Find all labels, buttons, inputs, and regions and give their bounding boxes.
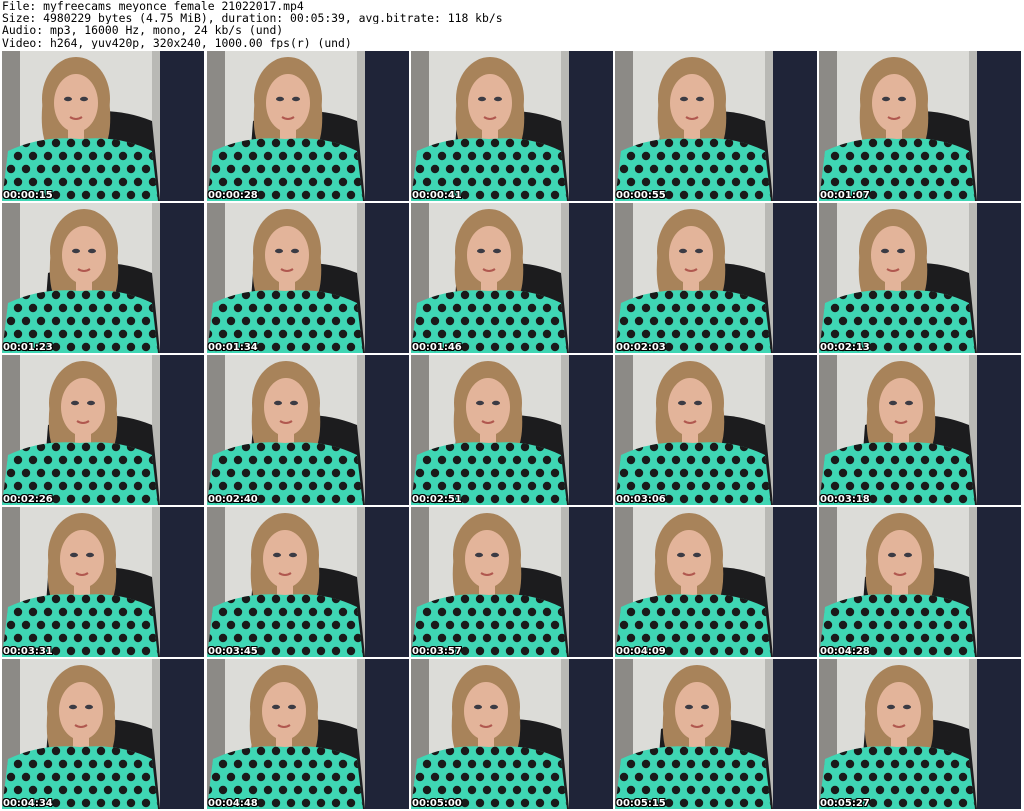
video-thumbnail: 00:03:06: [615, 355, 817, 505]
thumbnail-timestamp: 00:05:00: [412, 798, 462, 809]
video-thumbnail: 00:02:03: [615, 203, 817, 353]
thumbnail-timestamp: 00:00:41: [412, 190, 462, 201]
video-thumbnail: 00:01:34: [207, 203, 409, 353]
frame-image: [2, 507, 204, 657]
video-thumbnail: 00:03:31: [2, 507, 204, 657]
video-thumbnail: 00:00:41: [411, 51, 613, 201]
thumbnail-timestamp: 00:04:28: [820, 646, 870, 657]
frame-image: [2, 51, 204, 201]
frame-image: [411, 659, 613, 809]
file-size-line: Size: 4980229 bytes (4.75 MiB), duration…: [2, 12, 503, 25]
frame-image: [207, 51, 409, 201]
thumbnail-timestamp: 00:01:07: [820, 190, 870, 201]
frame-image: [615, 51, 817, 201]
frame-image: [411, 355, 613, 505]
frame-image: [819, 203, 1021, 353]
video-thumbnail: 00:05:00: [411, 659, 613, 809]
thumbnail-timestamp: 00:01:34: [208, 342, 258, 353]
video-thumbnail: 00:03:57: [411, 507, 613, 657]
thumbnail-timestamp: 00:02:13: [820, 342, 870, 353]
frame-image: [207, 507, 409, 657]
thumbnail-timestamp: 00:03:06: [616, 494, 666, 505]
frame-image: [615, 659, 817, 809]
thumbnail-timestamp: 00:02:26: [3, 494, 53, 505]
frame-image: [2, 203, 204, 353]
frame-image: [411, 507, 613, 657]
video-thumbnail: 00:04:28: [819, 507, 1021, 657]
frame-image: [819, 507, 1021, 657]
video-thumbnail: 00:05:27: [819, 659, 1021, 809]
frame-image: [207, 355, 409, 505]
thumbnail-timestamp: 00:04:09: [616, 646, 666, 657]
thumbnail-timestamp: 00:03:45: [208, 646, 258, 657]
video-info-line: Video: h264, yuv420p, 320x240, 1000.00 f…: [2, 36, 352, 49]
video-thumbnail: 00:03:45: [207, 507, 409, 657]
video-thumbnail: 00:05:15: [615, 659, 817, 809]
thumbnail-timestamp: 00:00:15: [3, 190, 53, 201]
video-thumbnail: 00:02:13: [819, 203, 1021, 353]
thumbnail-timestamp: 00:04:34: [3, 798, 53, 809]
video-thumbnail: 00:02:51: [411, 355, 613, 505]
video-thumbnail: 00:04:34: [2, 659, 204, 809]
file-name-line: File: myfreecams_meyonce_female_21022017…: [2, 0, 304, 13]
thumbnail-timestamp: 00:05:15: [616, 798, 666, 809]
thumbnail-timestamp: 00:02:40: [208, 494, 258, 505]
video-thumbnail: 00:03:18: [819, 355, 1021, 505]
thumbnail-grid: 00:00:15 00:00:28 00:00:41 00:00:55 00:01:07…: [2, 51, 1022, 811]
thumbnail-timestamp: 00:02:51: [412, 494, 462, 505]
frame-image: [207, 659, 409, 809]
frame-image: [819, 659, 1021, 809]
video-thumbnail: 00:01:07: [819, 51, 1021, 201]
frame-image: [819, 51, 1021, 201]
thumbnail-timestamp: 00:03:57: [412, 646, 462, 657]
thumbnail-timestamp: 00:03:31: [3, 646, 53, 657]
video-thumbnail: 00:02:26: [2, 355, 204, 505]
thumbnail-timestamp: 00:00:55: [616, 190, 666, 201]
thumbnail-timestamp: 00:05:27: [820, 798, 870, 809]
frame-image: [2, 659, 204, 809]
video-thumbnail: 00:00:28: [207, 51, 409, 201]
video-thumbnail: 00:02:40: [207, 355, 409, 505]
frame-image: [615, 355, 817, 505]
thumbnail-timestamp: 00:02:03: [616, 342, 666, 353]
thumbnail-timestamp: 00:01:46: [412, 342, 462, 353]
frame-image: [207, 203, 409, 353]
video-thumbnail: 00:01:23: [2, 203, 204, 353]
frame-image: [2, 355, 204, 505]
frame-image: [411, 51, 613, 201]
frame-image: [615, 203, 817, 353]
frame-image: [411, 203, 613, 353]
frame-image: [615, 507, 817, 657]
video-thumbnail: 00:00:55: [615, 51, 817, 201]
thumbnail-timestamp: 00:03:18: [820, 494, 870, 505]
video-thumbnail: 00:04:09: [615, 507, 817, 657]
video-thumbnail: 00:01:46: [411, 203, 613, 353]
thumbnail-timestamp: 00:04:48: [208, 798, 258, 809]
thumbnail-timestamp: 00:00:28: [208, 190, 258, 201]
video-thumbnail: 00:04:48: [207, 659, 409, 809]
video-thumbnail: 00:00:15: [2, 51, 204, 201]
file-info-header: File: myfreecams_meyonce_female_21022017…: [2, 0, 1022, 50]
thumbnail-timestamp: 00:01:23: [3, 342, 53, 353]
frame-image: [819, 355, 1021, 505]
audio-info-line: Audio: mp3, 16000 Hz, mono, 24 kb/s (und…: [2, 24, 284, 37]
